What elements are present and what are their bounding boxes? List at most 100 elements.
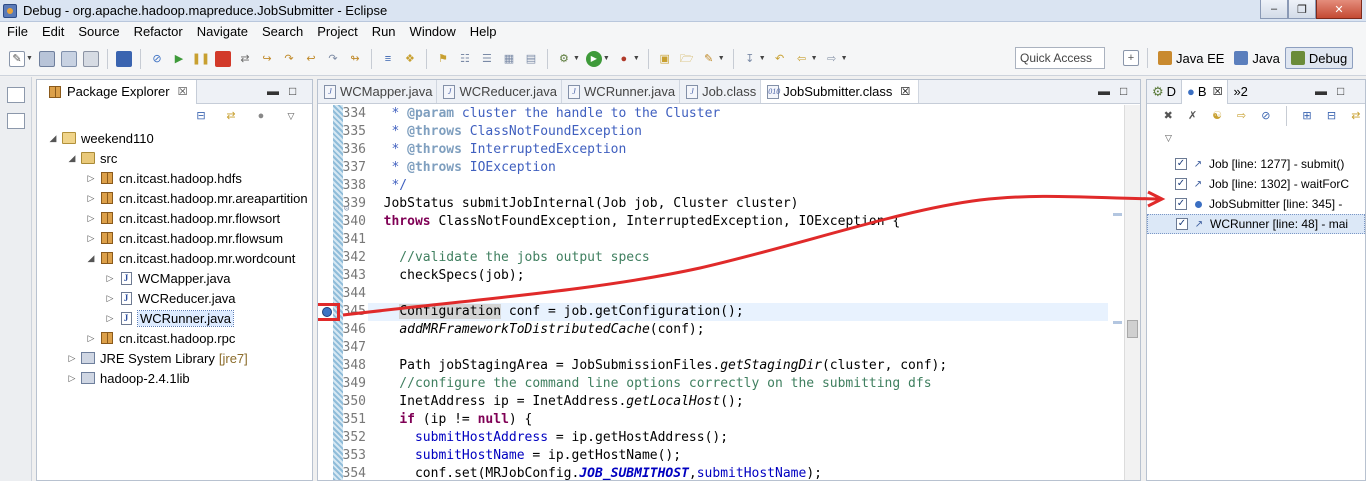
expand-toggle-icon[interactable]: ▷ — [85, 193, 97, 204]
close-icon[interactable]: ☒ — [1213, 85, 1223, 98]
external-tools-icon[interactable]: ● — [616, 51, 632, 67]
expand-toggle-icon[interactable]: ▷ — [66, 373, 78, 384]
view-tab-gear[interactable]: ⚙ D — [1147, 80, 1181, 104]
tree-item[interactable]: ▷ J WCReducer.java — [37, 288, 312, 308]
watch-icon[interactable]: ☰ — [479, 51, 495, 67]
tree-item[interactable]: ▷ cn.itcast.hadoop.rpc — [37, 328, 312, 348]
breakpoint-item[interactable]: ✓ ↗ WCRunner [line: 48] - mai — [1147, 214, 1365, 234]
expand-toggle-icon[interactable]: ▷ — [85, 173, 97, 184]
web-services-icon[interactable]: ❖ — [402, 51, 418, 67]
maximize-view-icon[interactable]: □ — [1337, 84, 1344, 98]
debug-layers-icon[interactable]: ☷ — [457, 51, 473, 67]
code-line[interactable] — [368, 285, 1108, 303]
editor-tab-wcreducer-java[interactable]: J WCReducer.java — [437, 80, 563, 103]
menu-source[interactable]: Source — [71, 22, 126, 42]
code-line[interactable]: Configuration conf = job.getConfiguratio… — [368, 303, 1108, 321]
last-edit-icon[interactable]: ↶ — [772, 51, 788, 67]
code-line[interactable]: if (ip != null) { — [368, 411, 1108, 429]
code-line[interactable]: * @throws IOException — [368, 159, 1108, 177]
tree-item[interactable]: ▷ JRE System Library [jre7] — [37, 348, 312, 368]
scrollbar-thumb[interactable] — [1127, 320, 1138, 338]
expand-toggle-icon[interactable]: ▷ — [104, 293, 116, 304]
code-line[interactable]: Path jobStagingArea = JobSubmissionFiles… — [368, 357, 1108, 375]
forward-icon[interactable]: ⇨ — [824, 51, 840, 67]
breakpoint-checkbox[interactable]: ✓ — [1175, 198, 1187, 210]
code-line[interactable]: checkSpecs(job); — [368, 267, 1108, 285]
run-icon[interactable]: ▶ — [585, 50, 602, 67]
focus-icon[interactable]: ● — [253, 108, 269, 124]
view-tab-dot[interactable]: ● B ☒ — [1181, 80, 1229, 104]
restore-button[interactable]: ❐ — [1288, 0, 1316, 19]
breakpoint-checkbox[interactable]: ✓ — [1176, 218, 1188, 230]
tree-item[interactable]: ▷ cn.itcast.hadoop.mr.areapartition — [37, 188, 312, 208]
tree-item[interactable]: ▷ cn.itcast.hadoop.mr.flowsort — [37, 208, 312, 228]
maximize-editor-icon[interactable]: □ — [1120, 84, 1127, 98]
collapse-all-icon[interactable]: ⊟ — [193, 108, 209, 124]
remove-breakpoint-icon[interactable]: ✖ — [1162, 108, 1174, 124]
menu-edit[interactable]: Edit — [35, 22, 71, 42]
expand-toggle-icon[interactable]: ▷ — [104, 313, 116, 324]
expand-toggle-icon[interactable]: ◢ — [47, 133, 59, 144]
code-line[interactable] — [368, 231, 1108, 249]
expand-toggle-icon[interactable]: ◢ — [85, 253, 97, 264]
menu-project[interactable]: Project — [310, 22, 364, 42]
code-line[interactable]: submitHostAddress = ip.getHostAddress(); — [368, 429, 1108, 447]
save-icon[interactable] — [38, 50, 55, 67]
menu-navigate[interactable]: Navigate — [190, 22, 255, 42]
pin-icon[interactable]: ⚑ — [435, 51, 451, 67]
source-code[interactable]: * @param cluster the handle to the Clust… — [368, 105, 1108, 480]
outline-view-icon[interactable] — [7, 113, 25, 129]
breakpoint-item[interactable]: ✓ ↗ Job [line: 1277] - submit() — [1147, 154, 1365, 174]
open-perspective-icon[interactable]: + — [1123, 50, 1139, 66]
breakpoint-item[interactable]: ✓ JobSubmitter [line: 345] - — [1147, 194, 1365, 214]
tree-item[interactable]: ◢ src — [37, 148, 312, 168]
expand-toggle-icon[interactable]: ▷ — [85, 213, 97, 224]
minimize-editor-icon[interactable]: ▬ — [1098, 84, 1110, 98]
view-tab-overflow[interactable]: »2 — [1228, 80, 1252, 104]
save-all-icon[interactable] — [60, 50, 77, 67]
perspective-java[interactable]: Java — [1229, 47, 1284, 69]
open-type-icon[interactable]: ✎ — [701, 51, 717, 67]
step-over-icon[interactable]: ↷ — [281, 51, 297, 67]
minimize-view-icon[interactable]: ▬ — [267, 84, 279, 98]
skip-all-breakpoints-icon[interactable]: ⊘ — [1260, 108, 1272, 124]
display-icon[interactable]: ▦ — [501, 51, 517, 67]
open-folder-icon[interactable]: 🗁 — [679, 51, 695, 67]
editor-tab-job-class[interactable]: J Job.class — [680, 80, 762, 103]
breakpoint-checkbox[interactable]: ✓ — [1175, 158, 1187, 170]
code-line[interactable]: * @throws ClassNotFoundException — [368, 123, 1108, 141]
new-package-icon[interactable]: ▣ — [657, 51, 673, 67]
terminate-icon[interactable] — [214, 50, 231, 67]
code-line[interactable]: JobStatus submitJobInternal(Job job, Clu… — [368, 195, 1108, 213]
new-icon[interactable]: ✎ — [9, 50, 25, 67]
go-to-file-icon[interactable]: ⇨ — [1235, 108, 1247, 124]
close-icon[interactable]: ☒ — [900, 85, 910, 98]
view-menu-icon[interactable]: ▽ — [283, 108, 299, 124]
use-step-filters-icon[interactable]: ↬ — [347, 51, 363, 67]
debug-run-icon[interactable]: ⚙ — [556, 51, 572, 67]
expand-toggle-icon[interactable]: ▷ — [85, 233, 97, 244]
code-line[interactable]: //validate the jobs output specs — [368, 249, 1108, 267]
link-with-debug-icon[interactable]: ⇄ — [1350, 108, 1362, 124]
code-line[interactable]: //configure the command line options cor… — [368, 375, 1108, 393]
close-icon[interactable]: ☒ — [178, 85, 188, 98]
menu-run[interactable]: Run — [365, 22, 403, 42]
menu-search[interactable]: Search — [255, 22, 310, 42]
tree-item[interactable]: ▷ hadoop-2.4.1lib — [37, 368, 312, 388]
restore-view-icon[interactable] — [7, 87, 25, 103]
skip-breakpoints-icon[interactable]: ⊘ — [149, 51, 165, 67]
code-line[interactable]: submitHostName = ip.getHostName(); — [368, 447, 1108, 465]
drop-to-frame-icon[interactable]: ↷ — [325, 51, 341, 67]
annotation-next-icon[interactable]: ↧ — [742, 51, 758, 67]
menu-help[interactable]: Help — [463, 22, 504, 42]
expand-toggle-icon[interactable]: ◢ — [66, 153, 78, 164]
package-explorer-tab[interactable]: Package Explorer ☒ — [37, 79, 197, 104]
suspend-icon[interactable]: ❚❚ — [192, 51, 210, 67]
menu-window[interactable]: Window — [403, 22, 463, 42]
quick-access-input[interactable]: Quick Access — [1015, 47, 1105, 69]
editor-tab-wcmapper-java[interactable]: J WCMapper.java — [318, 80, 438, 103]
minimize-button[interactable]: ‒ — [1260, 0, 1288, 19]
view-menu-icon[interactable]: ▽ — [1147, 128, 1365, 148]
remove-all-breakpoints-icon[interactable]: ✗ — [1186, 108, 1198, 124]
tree-item[interactable]: ▷ cn.itcast.hadoop.mr.flowsum — [37, 228, 312, 248]
